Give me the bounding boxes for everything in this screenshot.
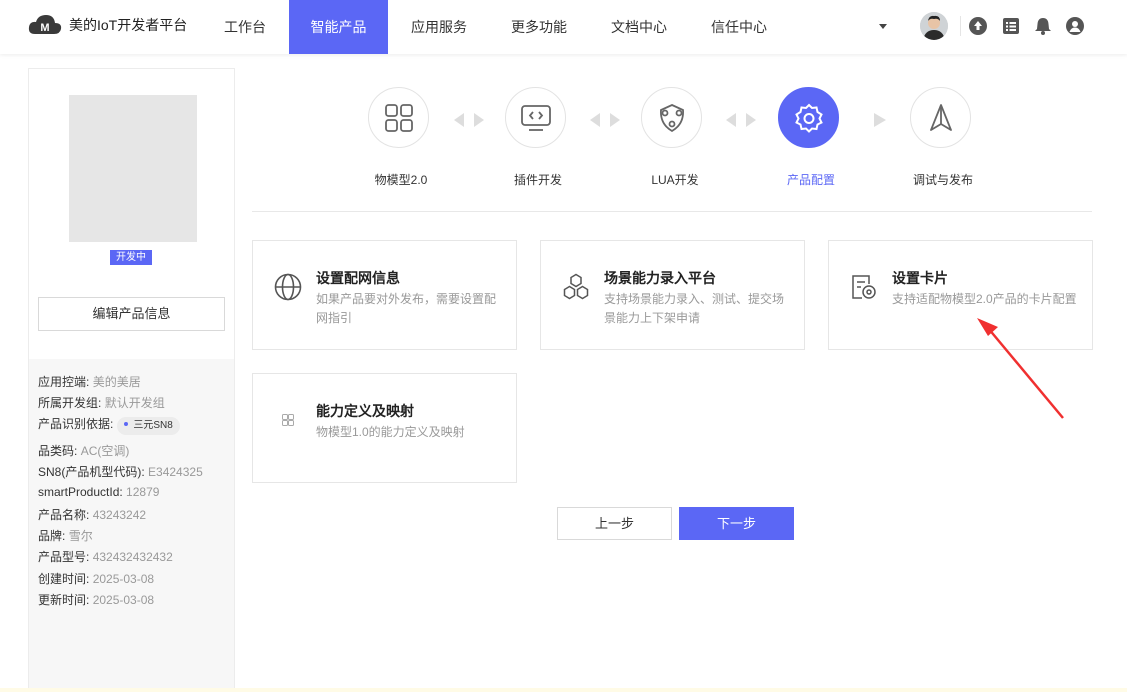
info-value: E3424325 bbox=[148, 465, 203, 479]
card-description: 如果产品要对外发布，需要设置配网指引 bbox=[316, 292, 497, 325]
next-step-button[interactable]: 下一步 bbox=[679, 507, 794, 540]
card-description: 支持适配物模型2.0产品的卡片配置 bbox=[892, 292, 1077, 306]
bell-icon[interactable] bbox=[1033, 16, 1053, 36]
nav-item-workbench[interactable]: 工作台 bbox=[205, 0, 285, 54]
cloud-logo-icon: M bbox=[28, 15, 62, 34]
card-capability-mapping[interactable]: 能力定义及映射 物模型1.0的能力定义及映射 bbox=[252, 373, 517, 483]
nav-item-more-features[interactable]: 更多功能 bbox=[499, 0, 579, 54]
info-label: 产品型号: bbox=[38, 550, 90, 564]
info-label: 产品识别依据: bbox=[38, 417, 114, 431]
card-network-config[interactable]: 设置配网信息 如果产品要对外发布，需要设置配网指引 bbox=[252, 240, 517, 350]
info-value: 43243242 bbox=[92, 508, 147, 522]
info-value: 2025-03-08 bbox=[92, 593, 155, 607]
product-info-panel: 应用控端: 美的美居 所属开发组: 默认开发组 产品识别依据: 三元SN8 品类码… bbox=[29, 359, 234, 691]
card-description: 支持场景能力录入、测试、提交场景能力上下架申请 bbox=[604, 292, 785, 325]
info-value: 12879 bbox=[126, 485, 160, 499]
step-connector-icon bbox=[590, 113, 620, 127]
nav-separator bbox=[960, 16, 961, 36]
info-model: 产品型号: 432432432432 bbox=[38, 548, 173, 565]
status-badge: 开发中 bbox=[110, 250, 152, 265]
info-label: SN8(产品机型代码): bbox=[38, 465, 145, 479]
product-sidebar: 开发中 编辑产品信息 应用控端: 美的美居 所属开发组: 默认开发组 产品识别依… bbox=[28, 68, 235, 692]
info-group: 所属开发组: 默认开发组 bbox=[38, 394, 165, 411]
info-updated: 更新时间: 2025-03-08 bbox=[38, 591, 154, 608]
info-value: 雪尔 bbox=[68, 529, 93, 543]
info-smart-product-id: smartProductId: 12879 bbox=[38, 485, 159, 499]
shield-link-icon bbox=[659, 103, 684, 132]
edit-product-button[interactable]: 编辑产品信息 bbox=[38, 297, 225, 331]
card-title: 设置卡片 bbox=[892, 270, 948, 286]
chevron-down-icon[interactable] bbox=[879, 24, 887, 29]
step-label-thing-model: 物模型2.0 bbox=[374, 173, 428, 187]
info-category: 品类码: AC(空调) bbox=[38, 442, 129, 459]
info-label: 创建时间: bbox=[38, 572, 90, 586]
user-avatar[interactable] bbox=[920, 12, 948, 40]
person-photo-icon bbox=[920, 12, 948, 40]
brand-name: 美的IoT开发者平台 bbox=[69, 17, 188, 33]
info-product-name: 产品名称: 43243242 bbox=[38, 506, 146, 523]
info-value: 默认开发组 bbox=[104, 396, 165, 410]
info-label: 品牌: bbox=[38, 529, 66, 543]
step-label-plugin-dev: 插件开发 bbox=[513, 173, 562, 187]
hexagons-icon bbox=[563, 273, 589, 300]
card-settings-icon bbox=[852, 275, 876, 299]
card-title: 能力定义及映射 bbox=[316, 403, 414, 419]
step-label-lua-dev: LUA开发 bbox=[651, 173, 699, 187]
step-debug-publish[interactable] bbox=[910, 87, 971, 148]
step-plugin-dev[interactable] bbox=[505, 87, 566, 148]
info-label: 品类码: bbox=[38, 444, 78, 458]
info-value: 美的美居 bbox=[92, 375, 141, 389]
info-value: 2025-03-08 bbox=[92, 572, 155, 586]
previous-step-button[interactable]: 上一步 bbox=[557, 507, 672, 540]
nav-item-smart-products[interactable]: 智能产品 bbox=[289, 0, 388, 54]
paper-plane-icon bbox=[929, 103, 952, 131]
step-forward-arrow-icon bbox=[874, 113, 886, 127]
bottom-strip bbox=[0, 688, 1127, 692]
info-label: smartProductId: bbox=[38, 485, 123, 499]
product-image-placeholder bbox=[69, 95, 197, 242]
info-identify: 产品识别依据: 三元SN8 bbox=[38, 415, 180, 435]
info-created: 创建时间: 2025-03-08 bbox=[38, 570, 154, 587]
step-label-debug-publish: 调试与发布 bbox=[912, 173, 973, 187]
card-title: 场景能力录入平台 bbox=[604, 270, 716, 286]
globe-icon bbox=[274, 273, 302, 301]
card-scene-capability[interactable]: 场景能力录入平台 支持场景能力录入、测试、提交场景能力上下架申请 bbox=[540, 240, 805, 350]
info-label: 更新时间: bbox=[38, 593, 90, 607]
card-description: 物模型1.0的能力定义及映射 bbox=[316, 425, 465, 439]
info-label: 应用控端: bbox=[38, 375, 90, 389]
sn8-chip: 三元SN8 bbox=[117, 417, 180, 435]
annotation-arrow-icon bbox=[977, 318, 1064, 419]
code-screen-icon bbox=[520, 104, 551, 131]
brand-logo[interactable]: M 美的IoT开发者平台 bbox=[27, 12, 187, 38]
list-icon[interactable] bbox=[1001, 16, 1021, 36]
dot-icon bbox=[124, 422, 129, 427]
info-label: 产品名称: bbox=[38, 508, 90, 522]
top-navigation: M 美的IoT开发者平台 工作台 智能产品 应用服务 更多功能 文档中心 信任中… bbox=[0, 0, 1127, 54]
nav-item-app-services[interactable]: 应用服务 bbox=[399, 0, 479, 54]
step-connector-icon bbox=[726, 113, 756, 127]
small-grid-icon bbox=[282, 414, 294, 426]
step-lua-dev[interactable] bbox=[641, 87, 702, 148]
user-icon[interactable] bbox=[1065, 16, 1085, 36]
chip-label: 三元SN8 bbox=[133, 420, 173, 431]
step-connector-icon bbox=[454, 113, 484, 127]
info-value: 432432432432 bbox=[92, 550, 173, 564]
nav-item-trust-center[interactable]: 信任中心 bbox=[699, 0, 779, 54]
nav-item-docs-center[interactable]: 文档中心 bbox=[599, 0, 679, 54]
info-sn8: SN8(产品机型代码): E3424325 bbox=[38, 463, 203, 480]
info-control: 应用控端: 美的美居 bbox=[38, 373, 141, 390]
info-label: 所属开发组: bbox=[38, 396, 102, 410]
svg-text:M: M bbox=[40, 22, 49, 34]
step-thing-model[interactable] bbox=[368, 87, 429, 148]
info-value: AC(空调) bbox=[80, 444, 130, 458]
steps-divider bbox=[252, 211, 1092, 212]
card-title: 设置配网信息 bbox=[316, 270, 400, 286]
grid-icon bbox=[384, 103, 413, 132]
info-brand: 品牌: 雪尔 bbox=[38, 527, 93, 544]
step-product-config[interactable] bbox=[778, 87, 839, 148]
gear-icon bbox=[794, 103, 823, 133]
step-label-product-config: 产品配置 bbox=[786, 173, 835, 187]
upload-icon[interactable] bbox=[968, 16, 988, 36]
